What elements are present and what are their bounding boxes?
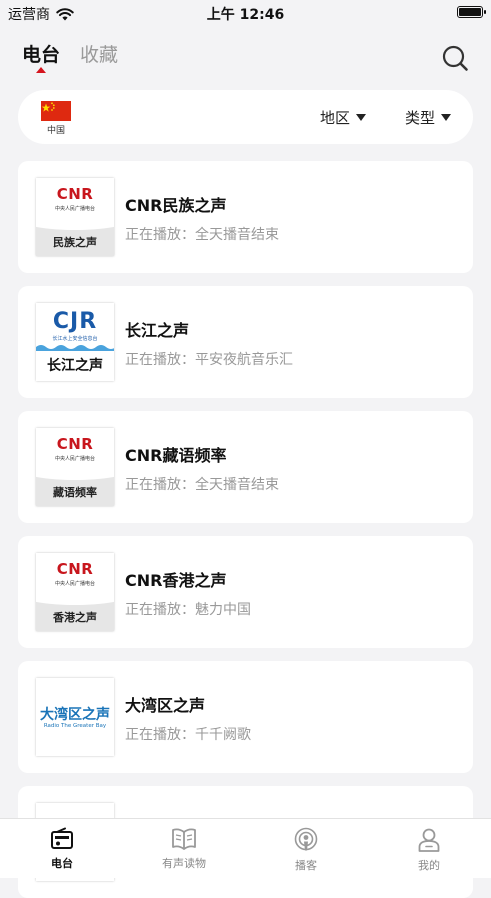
station-card[interactable]: CNR 中央人民广播电台 香港之声 CNR香港之声 正在播放：魅力中国 bbox=[18, 536, 473, 648]
station-title: CNR民族之声 bbox=[125, 196, 227, 215]
tab-bar-podcast[interactable]: 播客 bbox=[266, 827, 346, 873]
bottom-tab-bar: 电台 有声读物 播客 我的 bbox=[0, 818, 491, 878]
status-bar: 运营商 上午 12:46 bbox=[0, 0, 491, 26]
caret-down-icon bbox=[441, 114, 452, 121]
type-filter-label: 类型 bbox=[405, 109, 436, 127]
station-now-playing: 正在播放：魅力中国 bbox=[125, 602, 251, 618]
status-time: 上午 12:46 bbox=[206, 7, 285, 23]
station-logo-cjr: CJR 长江水上安全信息台 长江之声 bbox=[36, 303, 114, 381]
station-title: 大湾区之声 bbox=[125, 696, 206, 715]
station-now-playing: 正在播放：全天播音结束 bbox=[125, 477, 279, 493]
station-title: CNR香港之声 bbox=[125, 571, 227, 590]
station-logo-gba: 大湾区之声 Radio The Greater Bay bbox=[36, 678, 114, 756]
type-filter[interactable]: 类型 bbox=[405, 107, 452, 128]
book-icon bbox=[172, 828, 196, 850]
filter-bar: 中国 地区 类型 bbox=[18, 90, 473, 144]
station-card[interactable]: CNR 中央人民广播电台 民族之声 CNR民族之声 正在播放：全天播音结束 bbox=[18, 161, 473, 273]
caret-down-icon bbox=[356, 114, 367, 121]
tab-favorites[interactable]: 收藏 bbox=[80, 40, 118, 67]
radio-icon bbox=[51, 827, 73, 849]
tab-bar-me[interactable]: 我的 bbox=[389, 827, 469, 873]
china-flag-icon[interactable] bbox=[41, 101, 71, 121]
country-label: 中国 bbox=[46, 126, 65, 136]
station-title: CNR藏语频率 bbox=[125, 446, 227, 465]
station-now-playing: 正在播放：全天播音结束 bbox=[125, 227, 279, 243]
station-card[interactable]: CJR 长江水上安全信息台 长江之声 长江之声 正在播放：平安夜航音乐汇 bbox=[18, 286, 473, 398]
tab-radio[interactable]: 电台 bbox=[22, 40, 60, 73]
tab-bar-label: 播客 bbox=[295, 859, 317, 872]
tab-bar-label: 电台 bbox=[51, 857, 73, 870]
tab-bar-radio[interactable]: 电台 bbox=[22, 827, 102, 871]
station-now-playing: 正在播放：平安夜航音乐汇 bbox=[125, 352, 293, 368]
station-card[interactable]: 大湾区之声 Radio The Greater Bay 大湾区之声 正在播放：千… bbox=[18, 661, 473, 773]
station-card[interactable]: CNR 中央人民广播电台 藏语频率 CNR藏语频率 正在播放：全天播音结束 bbox=[18, 411, 473, 523]
station-logo-cnr: CNR 中央人民广播电台 藏语频率 bbox=[36, 428, 114, 506]
station-logo-cnr: CNR 中央人民广播电台 香港之声 bbox=[36, 553, 114, 631]
battery-icon bbox=[457, 6, 486, 18]
station-logo-cnr: CNR 中央人民广播电台 民族之声 bbox=[36, 178, 114, 256]
podcast-icon bbox=[294, 827, 318, 851]
tab-bar-audiobooks[interactable]: 有声读物 bbox=[144, 827, 224, 871]
user-icon bbox=[418, 828, 440, 852]
station-now-playing: 正在播放：千千阙歌 bbox=[125, 727, 251, 743]
tab-bar-label: 我的 bbox=[418, 859, 440, 872]
tab-bar-label: 有声读物 bbox=[162, 857, 206, 870]
top-tabs: 电台 收藏 bbox=[22, 40, 118, 73]
search-icon[interactable] bbox=[441, 44, 469, 72]
region-filter[interactable]: 地区 bbox=[320, 107, 367, 128]
region-filter-label: 地区 bbox=[320, 109, 351, 127]
station-title: 长江之声 bbox=[125, 321, 190, 340]
